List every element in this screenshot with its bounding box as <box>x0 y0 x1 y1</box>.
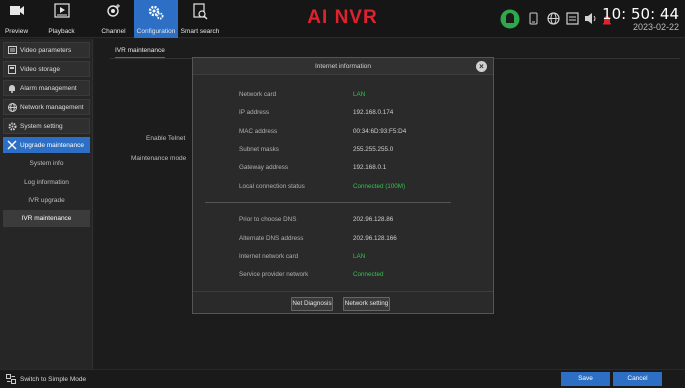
info-key: Gateway address <box>239 164 289 171</box>
internet-information-dialog: Internet information × Network card LAN I… <box>192 57 494 314</box>
dialog-title: Internet information <box>314 63 371 70</box>
switch-simple-mode-button[interactable]: Switch to Simple Mode <box>6 374 86 384</box>
info-key: Prior to choose DNS <box>239 216 297 223</box>
info-value: LAN <box>353 253 366 260</box>
sidebar: Video parameters Video storage Alarm man… <box>0 39 93 369</box>
enable-telnet-label: Enable Telnet <box>146 135 186 142</box>
playback-button[interactable]: Playback <box>33 0 90 38</box>
info-value: 202.96.128.86 <box>353 216 394 223</box>
menu-label: Upgrade maintenance <box>20 141 84 149</box>
info-key: Local connection status <box>239 183 305 190</box>
bell-icon <box>9 84 15 93</box>
channel-icon <box>106 4 120 17</box>
submenu-ivr-upgrade[interactable]: IVR upgrade <box>3 192 90 209</box>
bottom-bar: Switch to Simple Mode Save Cancel <box>0 369 685 388</box>
submenu-label: Log information <box>24 179 69 186</box>
menu-video-parameters[interactable]: Video parameters <box>3 42 90 58</box>
smart-search-label: Smart search <box>180 28 220 35</box>
submenu-system-info[interactable]: System info <box>3 155 90 172</box>
info-key: Network card <box>239 91 277 98</box>
globe-icon <box>7 102 17 112</box>
submenu-label: System info <box>29 160 64 167</box>
submenu-log-information[interactable]: Log information <box>3 174 90 191</box>
info-value: 00:34:6D:93:F5:D4 <box>353 128 407 135</box>
configuration-button[interactable]: Configuration <box>134 0 178 38</box>
save-button[interactable]: Save <box>561 372 610 386</box>
smart-search-button[interactable]: Smart search <box>178 0 222 38</box>
preview-label: Preview <box>4 28 29 35</box>
info-key: Service provider network <box>239 271 309 278</box>
network-setting-button[interactable]: Network setting <box>343 297 390 311</box>
menu-system-setting[interactable]: System setting <box>3 118 90 134</box>
display-icon[interactable] <box>566 12 579 25</box>
android-icon[interactable] <box>500 9 520 29</box>
info-value: 202.96.128.166 <box>353 235 397 242</box>
info-value: 192.168.0.174 <box>353 109 394 116</box>
clock-time: 10: 50: 44 <box>602 5 679 23</box>
submenu-label: IVR upgrade <box>28 197 65 204</box>
menu-label: Video storage <box>20 65 60 73</box>
info-value: Connected <box>353 271 384 278</box>
gears-icon <box>148 5 164 20</box>
info-value: 255.255.255.0 <box>353 146 394 153</box>
maintenance-mode-label: Maintenance mode <box>131 155 187 162</box>
switch-simple-mode-label: Switch to Simple Mode <box>20 375 87 383</box>
net-diagnosis-button[interactable]: Net Diagnosis <box>291 297 333 311</box>
clock-date: 2023-02-22 <box>632 22 679 32</box>
channel-label: Channel <box>101 28 126 35</box>
submenu-label: IVR maintenance <box>21 215 72 222</box>
storage-icon <box>8 64 16 74</box>
cancel-button[interactable]: Cancel <box>613 372 662 386</box>
menu-network-management[interactable]: Network management <box>3 99 90 115</box>
info-key: Internet network card <box>239 253 299 260</box>
playback-label: Playback <box>48 28 75 35</box>
volume-icon[interactable] <box>584 12 597 25</box>
info-value: Connected (100M) <box>353 183 406 190</box>
configuration-label: Configuration <box>136 28 176 35</box>
top-bar: Preview Playback Channel Configuration S… <box>0 0 685 38</box>
info-value: LAN <box>353 91 366 98</box>
info-value: 192.168.0.1 <box>353 164 387 171</box>
camera-icon <box>9 6 24 15</box>
preview-button[interactable]: Preview <box>0 0 33 38</box>
menu-label: System setting <box>20 122 63 130</box>
gear-icon <box>8 122 16 130</box>
dialog-header: Internet information × <box>193 58 493 75</box>
info-key: Subnet masks <box>239 146 279 153</box>
switch-mode-icon <box>6 374 16 384</box>
dialog-separator <box>205 202 451 203</box>
submenu-ivr-maintenance[interactable]: IVR maintenance <box>3 210 90 227</box>
network-globe-icon[interactable] <box>547 12 560 25</box>
video-parameters-icon <box>7 46 17 54</box>
phone-icon[interactable] <box>529 12 538 25</box>
menu-label: Alarm management <box>20 84 77 92</box>
info-key: Alternate DNS address <box>239 235 304 242</box>
playback-icon <box>53 3 70 18</box>
info-key: MAC address <box>239 128 278 135</box>
dialog-footer-divider <box>193 291 493 292</box>
menu-video-storage[interactable]: Video storage <box>3 61 90 77</box>
close-icon[interactable]: × <box>476 61 487 72</box>
info-key: IP address <box>239 109 269 116</box>
menu-upgrade-maintenance[interactable]: Upgrade maintenance <box>3 137 90 153</box>
menu-label: Video parameters <box>20 46 72 54</box>
menu-label: Network management <box>20 103 84 111</box>
menu-alarm-management[interactable]: Alarm management <box>3 80 90 96</box>
channel-button[interactable]: Channel <box>97 0 130 38</box>
tools-icon <box>7 140 17 150</box>
clock: 10: 50: 44 2023-02-22 <box>602 6 679 33</box>
search-document-icon <box>193 3 208 20</box>
app-title: AI NVR <box>307 7 378 28</box>
